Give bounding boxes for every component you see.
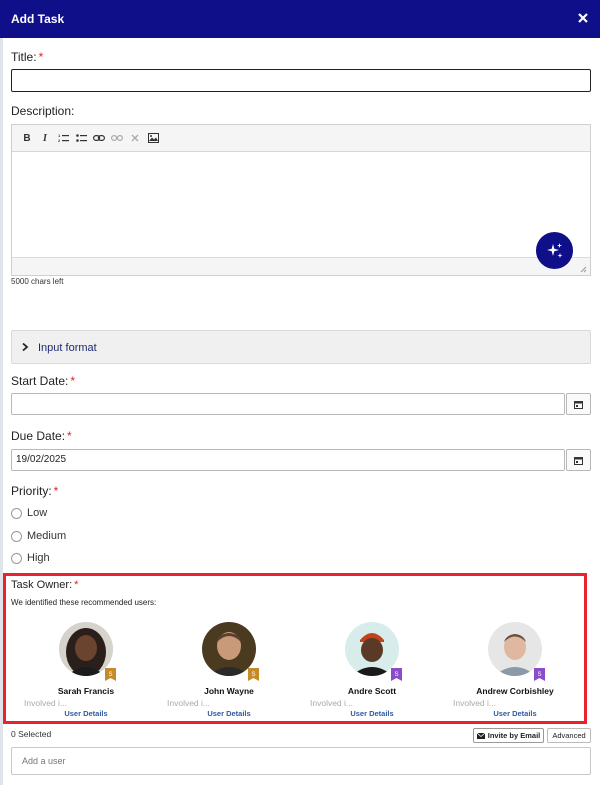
svg-text:2: 2 [58, 138, 61, 143]
svg-text:S: S [108, 672, 112, 678]
start-date-input[interactable] [11, 393, 565, 415]
chevron-right-icon [22, 342, 29, 352]
recommended-user-card[interactable]: S Andre Scott Involved i... User Details [307, 622, 437, 722]
ai-assist-button[interactable] [536, 232, 573, 269]
user-details-link[interactable]: User Details [21, 709, 151, 718]
priority-option-label: High [27, 552, 50, 564]
unlink-icon[interactable] [111, 132, 123, 144]
task-owner-label: Task Owner: * [11, 579, 79, 591]
start-date-calendar-button[interactable] [566, 393, 591, 415]
numbered-list-icon[interactable]: 12 [57, 132, 69, 144]
involved-text: Involved i... [453, 698, 496, 708]
calendar-icon [574, 400, 583, 409]
link-icon[interactable] [93, 132, 105, 144]
bookmark-badge-icon: S [105, 668, 116, 681]
add-user-input[interactable] [11, 747, 591, 775]
user-name: Andrew Corbishley [476, 686, 554, 696]
due-date-input[interactable]: 19/02/2025 [11, 449, 565, 471]
user-details-link[interactable]: User Details [450, 709, 580, 718]
radio-circle[interactable] [11, 552, 22, 564]
chars-left-text: 5000 chars left [11, 277, 64, 286]
user-details-link[interactable]: User Details [307, 709, 437, 718]
svg-text:S: S [394, 672, 398, 678]
priority-option-label: Low [27, 507, 48, 519]
bookmark-badge-icon: S [534, 668, 545, 681]
priority-medium-radio[interactable]: Medium [11, 530, 66, 542]
resize-handle-icon[interactable] [580, 266, 587, 273]
due-date-label: Due Date: * [11, 429, 72, 443]
advanced-button[interactable]: Advanced [547, 728, 591, 743]
envelope-icon [476, 732, 485, 739]
priority-high-radio[interactable]: High [11, 552, 50, 564]
svg-text:S: S [537, 672, 541, 678]
involved-text: Involved i... [167, 698, 210, 708]
dialog-header: Add Task [0, 0, 600, 38]
user-details-link[interactable]: User Details [164, 709, 294, 718]
calendar-icon [574, 456, 583, 465]
title-input[interactable] [11, 69, 591, 92]
involved-text: Involved i... [310, 698, 353, 708]
priority-label: Priority: * [11, 484, 59, 498]
editor-status-bar [12, 257, 590, 275]
input-format-label: Input format [38, 342, 97, 354]
sparkles-icon [546, 242, 562, 258]
input-format-accordion[interactable]: Input format [11, 330, 591, 364]
recommended-users-text: We identified these recommended users: [11, 598, 157, 607]
invite-label: Invite by Email [487, 731, 541, 740]
image-icon[interactable] [147, 132, 159, 144]
description-editor[interactable]: B I 12 [11, 124, 591, 276]
bookmark-badge-icon: S [248, 668, 259, 681]
user-name: Sarah Francis [57, 686, 115, 696]
close-icon[interactable] [575, 10, 591, 26]
bulleted-list-icon[interactable] [75, 132, 87, 144]
priority-low-radio[interactable]: Low [11, 507, 47, 519]
recommended-user-card[interactable]: S Sarah Francis Involved i... User Detai… [21, 622, 151, 722]
invite-by-email-button[interactable]: Invite by Email [473, 728, 544, 743]
radio-circle[interactable] [11, 507, 22, 519]
title-label: Title: * [11, 50, 44, 64]
user-name: John Wayne [204, 686, 254, 696]
selected-count: 0 Selected [11, 729, 52, 739]
start-date-label: Start Date: * [11, 374, 76, 388]
bold-icon[interactable]: B [21, 132, 33, 144]
due-date-calendar-button[interactable] [566, 449, 591, 471]
bookmark-badge-icon: S [391, 668, 402, 681]
user-name: Andre Scott [347, 686, 397, 696]
remove-format-icon[interactable] [129, 132, 141, 144]
recommended-user-card[interactable]: S Andrew Corbishley Involved i... User D… [450, 622, 580, 722]
recommended-user-card[interactable]: S John Wayne Involved i... User Details [164, 622, 294, 722]
svg-text:S: S [251, 672, 255, 678]
italic-icon[interactable]: I [39, 132, 51, 144]
radio-circle[interactable] [11, 530, 22, 542]
dialog-title: Add Task [11, 12, 65, 26]
priority-option-label: Medium [27, 530, 67, 542]
description-label: Description: [11, 104, 75, 118]
involved-text: Involved i... [24, 698, 67, 708]
editor-toolbar: B I 12 [12, 125, 590, 152]
